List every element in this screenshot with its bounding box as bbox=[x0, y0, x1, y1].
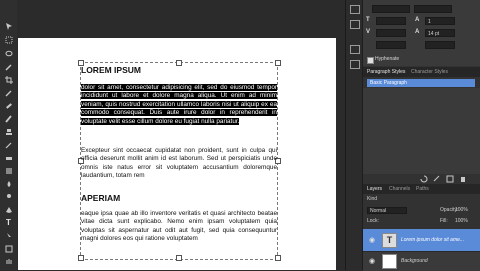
clone-stamp-tool-icon[interactable] bbox=[3, 128, 14, 136]
horizontal-scale-field[interactable] bbox=[425, 41, 455, 49]
font-family-field[interactable] bbox=[372, 5, 410, 13]
history-panel-icon[interactable] bbox=[350, 5, 360, 14]
marquee-tool-icon[interactable] bbox=[3, 36, 14, 44]
opacity-field[interactable]: 100% bbox=[455, 207, 468, 213]
layer-filter-kind[interactable]: Kind bbox=[367, 196, 475, 204]
brush-tool-icon[interactable] bbox=[3, 115, 14, 123]
transform-handle[interactable] bbox=[78, 255, 84, 261]
vertical-scale-field[interactable] bbox=[376, 41, 406, 49]
hand-tool-icon[interactable] bbox=[3, 257, 14, 265]
text-layer-thumbnail-icon: T bbox=[382, 233, 397, 248]
eyedropper-tool-icon[interactable] bbox=[3, 89, 14, 97]
gradient-tool-icon[interactable] bbox=[3, 167, 14, 175]
redefine-style-icon[interactable] bbox=[431, 175, 442, 183]
kerning-field[interactable] bbox=[376, 29, 406, 37]
new-style-icon[interactable] bbox=[444, 175, 455, 183]
transform-handle[interactable] bbox=[176, 60, 182, 66]
paragraph-2[interactable]: Excepteur sint occaecat cupidatat non pr… bbox=[81, 147, 277, 181]
hyphenate-label: Hyphenate bbox=[375, 56, 400, 62]
history-brush-tool-icon[interactable] bbox=[3, 141, 14, 149]
background-layer-thumbnail bbox=[382, 254, 397, 269]
dodge-tool-icon[interactable] bbox=[3, 193, 14, 201]
basic-paragraph-style[interactable]: Basic Paragraph bbox=[367, 79, 475, 87]
healing-brush-tool-icon[interactable] bbox=[3, 102, 14, 110]
kerning-icon: V bbox=[366, 29, 371, 35]
visibility-eye-icon[interactable]: ◉ bbox=[369, 236, 375, 244]
selected-text[interactable]: dolor sit amet, consectetur adipisicing … bbox=[81, 84, 277, 125]
tracking-icon: A bbox=[415, 29, 420, 35]
clear-override-icon[interactable] bbox=[418, 175, 429, 183]
tab-paragraph-styles[interactable]: Paragraph Styles bbox=[367, 69, 405, 75]
tab-layers[interactable]: Layers bbox=[367, 186, 382, 192]
visibility-eye-icon[interactable]: ◉ bbox=[369, 257, 375, 265]
tab-character-styles[interactable]: Character Styles bbox=[411, 69, 448, 75]
transform-handle[interactable] bbox=[176, 255, 182, 261]
paragraph-1[interactable]: dolor sit amet, consectetur adipisicing … bbox=[81, 84, 277, 126]
tab-channels[interactable]: Channels bbox=[389, 186, 410, 192]
move-tool-icon[interactable] bbox=[3, 22, 14, 30]
paragraph-3[interactable]: eaque ipsa quae ab illo inventore verita… bbox=[81, 210, 277, 244]
quick-select-tool-icon[interactable] bbox=[3, 63, 14, 71]
fill-label: Fill: bbox=[440, 218, 448, 224]
panel-icon-strip bbox=[346, 0, 363, 270]
character-panel-icon[interactable] bbox=[350, 45, 360, 54]
properties-panel-icon[interactable] bbox=[350, 20, 360, 29]
lasso-tool-icon[interactable] bbox=[3, 50, 14, 58]
delete-style-icon[interactable] bbox=[457, 175, 468, 183]
pen-tool-icon[interactable] bbox=[3, 206, 14, 214]
font-style-field[interactable] bbox=[414, 5, 452, 13]
tab-paths[interactable]: Paths bbox=[416, 186, 429, 192]
leading-field[interactable]: 1 bbox=[425, 17, 455, 25]
paragraph-styles-list bbox=[363, 88, 480, 176]
font-size-field[interactable] bbox=[376, 17, 406, 25]
heading-aperiam: APERIAM bbox=[81, 193, 121, 203]
transform-handle[interactable] bbox=[275, 60, 281, 66]
shape-tool-icon[interactable] bbox=[3, 245, 14, 253]
font-size-icon: T bbox=[366, 17, 370, 23]
blend-mode-select[interactable]: Normal bbox=[367, 207, 407, 214]
eraser-tool-icon[interactable] bbox=[3, 154, 14, 162]
fill-field[interactable]: 100% bbox=[455, 218, 468, 224]
layer-name[interactable]: Background bbox=[401, 258, 428, 264]
lock-label: Lock: bbox=[367, 218, 379, 224]
layer-name[interactable]: Lorem ipsum dolor sit ame... bbox=[401, 237, 464, 243]
type-tool-icon[interactable]: T bbox=[3, 219, 14, 227]
tracking-field[interactable]: 14 pt bbox=[425, 29, 455, 37]
paragraph-panel-icon[interactable] bbox=[350, 60, 360, 69]
leading-icon: A bbox=[415, 17, 420, 23]
blur-tool-icon[interactable] bbox=[3, 180, 14, 188]
transform-handle[interactable] bbox=[275, 255, 281, 261]
hyphenate-checkbox[interactable] bbox=[367, 57, 374, 64]
path-selection-tool-icon[interactable] bbox=[3, 232, 14, 240]
crop-tool-icon[interactable] bbox=[3, 76, 14, 84]
heading-lorem-ipsum: LOREM IPSUM bbox=[81, 65, 141, 75]
